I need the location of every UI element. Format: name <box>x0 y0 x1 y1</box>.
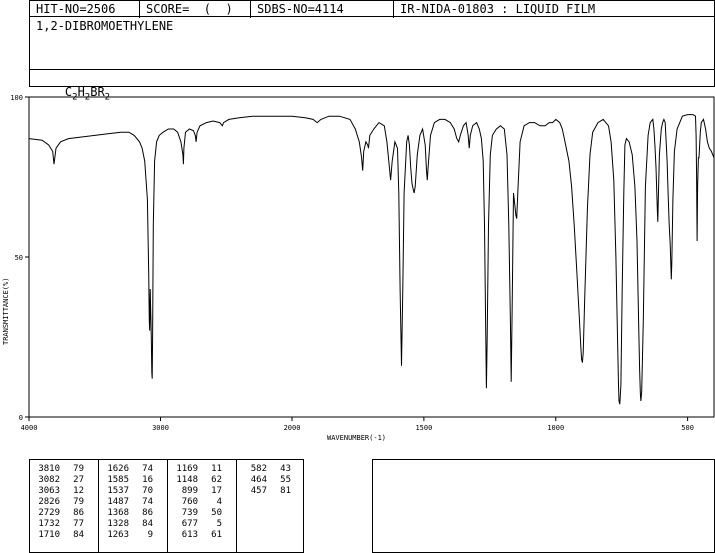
peak-transmittance: 50 <box>211 508 222 518</box>
peak-table: 3810 79 3082 27 3063 12 2826 79 2729 86 1732 77 1710… <box>29 459 304 553</box>
peak-wavenumber: 3810 <box>38 464 60 474</box>
y-tick-label: 50 <box>15 254 23 262</box>
peak-wavenumber: 1169 <box>176 464 198 474</box>
peak-transmittance: 79 <box>73 497 84 507</box>
peak-wavenumber: 457 <box>250 486 267 496</box>
x-tick-label: 1500 <box>415 424 432 432</box>
peak-row: 613 61 <box>170 530 222 541</box>
peak-row: 677 5 <box>170 519 222 530</box>
peak-transmittance: 86 <box>73 508 84 518</box>
peak-column: 3810 79 3082 27 3063 12 2826 79 2729 86 1732 77 1710… <box>32 464 84 541</box>
peak-row: 3810 79 <box>32 464 84 475</box>
peak-column: 1169 11 1148 62 899 17 760 4 739 50 677 5 613 61 <box>170 464 222 541</box>
peak-transmittance: 86 <box>142 508 153 518</box>
peak-wavenumber: 739 <box>181 508 198 518</box>
peak-wavenumber: 1263 <box>107 530 129 540</box>
peak-wavenumber: 1368 <box>107 508 129 518</box>
x-tick-label: 4000 <box>21 424 38 432</box>
peak-wavenumber: 3063 <box>38 486 60 496</box>
peak-row: 1732 77 <box>32 519 84 530</box>
peak-transmittance: 74 <box>142 464 153 474</box>
peak-row: 1626 74 <box>101 464 153 475</box>
peak-wavenumber: 1710 <box>38 530 60 540</box>
peak-wavenumber: 1732 <box>38 519 60 529</box>
peak-wavenumber: 582 <box>250 464 267 474</box>
peak-wavenumber: 1487 <box>107 497 129 507</box>
peak-row: 3063 12 <box>32 486 84 497</box>
peak-row: 2826 79 <box>32 497 84 508</box>
peak-wavenumber: 1626 <box>107 464 129 474</box>
x-tick-label: 3000 <box>152 424 169 432</box>
y-axis-label: TRANSMITTANCE(%) <box>2 278 10 345</box>
peak-wavenumber: 1148 <box>176 475 198 485</box>
peak-transmittance: 12 <box>73 486 84 496</box>
peak-wavenumber: 613 <box>181 530 198 540</box>
peak-row: 1263 9 <box>101 530 153 541</box>
peak-wavenumber: 464 <box>250 475 267 485</box>
y-tick-label: 0 <box>19 414 23 422</box>
peak-wavenumber: 1328 <box>107 519 129 529</box>
peak-row: 1169 11 <box>170 464 222 475</box>
peak-transmittance: 81 <box>280 486 291 496</box>
peak-row: 464 55 <box>239 475 291 486</box>
header-row: HIT-NO=2506 SCORE= ( ) SDBS-NO=4114 IR-N… <box>29 0 715 18</box>
peak-transmittance: 16 <box>142 475 153 485</box>
peak-transmittance: 17 <box>211 486 222 496</box>
peak-row: 1368 86 <box>101 508 153 519</box>
peak-column: 1626 74 1585 16 1537 70 1487 74 1368 86 1328 84 1263… <box>101 464 153 541</box>
peak-row: 1328 84 <box>101 519 153 530</box>
peak-wavenumber: 2729 <box>38 508 60 518</box>
peak-row: 760 4 <box>170 497 222 508</box>
peak-transmittance: 55 <box>280 475 291 485</box>
empty-info-box <box>372 459 715 553</box>
peak-transmittance: 74 <box>142 497 153 507</box>
peak-row: 899 17 <box>170 486 222 497</box>
peak-transmittance: 84 <box>73 530 84 540</box>
peak-row: 457 81 <box>239 486 291 497</box>
peak-row: 739 50 <box>170 508 222 519</box>
peak-transmittance: 62 <box>211 475 222 485</box>
spectrum-line <box>28 114 715 405</box>
compound-name-box: 1,2-DIBROMOETHYLENE <box>29 16 715 70</box>
peak-wavenumber: 2826 <box>38 497 60 507</box>
peak-transmittance: 11 <box>211 464 222 474</box>
peak-wavenumber: 3082 <box>38 475 60 485</box>
peak-transmittance: 70 <box>142 486 153 496</box>
peak-transmittance: 27 <box>73 475 84 485</box>
x-tick-label: 2000 <box>284 424 301 432</box>
peak-row: 1585 16 <box>101 475 153 486</box>
peak-transmittance: 5 <box>216 519 222 529</box>
peak-wavenumber: 899 <box>181 486 198 496</box>
peak-wavenumber: 1537 <box>107 486 129 496</box>
peak-wavenumber: 760 <box>181 497 198 507</box>
peak-wavenumber: 1585 <box>107 475 129 485</box>
x-tick-label: 500 <box>681 424 694 432</box>
x-tick-label: 1000 <box>547 424 564 432</box>
peak-row: 2729 86 <box>32 508 84 519</box>
peak-row: 1487 74 <box>101 497 153 508</box>
formula-box: C2H2BR2 <box>29 69 715 102</box>
peak-transmittance: 79 <box>73 464 84 474</box>
x-axis-label: WAVENUMBER(-1) <box>327 434 386 442</box>
peak-transmittance: 84 <box>142 519 153 529</box>
peak-row: 1537 70 <box>101 486 153 497</box>
peak-row: 582 43 <box>239 464 291 475</box>
peak-transmittance: 77 <box>73 519 84 529</box>
peak-row: 3082 27 <box>32 475 84 486</box>
compound-name: 1,2-DIBROMOETHYLENE <box>36 19 174 33</box>
peak-transmittance: 4 <box>216 497 222 507</box>
peak-transmittance: 61 <box>211 530 222 540</box>
peak-row: 1710 84 <box>32 530 84 541</box>
peak-row: 1148 62 <box>170 475 222 486</box>
peak-wavenumber: 677 <box>181 519 198 529</box>
peak-transmittance: 9 <box>147 530 153 540</box>
peak-column: 582 43 464 55 457 81 <box>239 464 291 497</box>
peak-transmittance: 43 <box>280 464 291 474</box>
y-tick-label: 100 <box>10 94 23 102</box>
